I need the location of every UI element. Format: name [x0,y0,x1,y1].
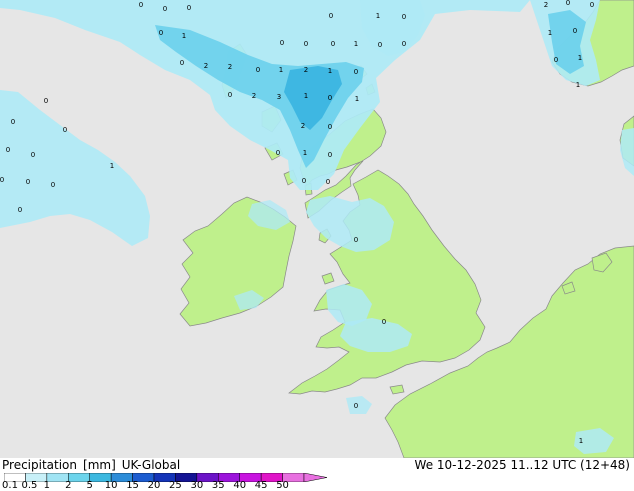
precip-value-label: 0 [402,13,406,21]
precip-value-label: 1 [110,162,114,170]
precip-value-label: 0 [304,40,308,48]
precip-value-label: 0 [328,123,332,131]
legend-unit: [mm] [83,458,116,472]
precip-value-label: 2 [228,63,232,71]
precip-value-label: 1 [376,12,380,20]
precip-value-label: 2 [304,66,308,74]
precip-value-label: 0 [382,318,386,326]
precip-value-label: 2 [301,122,305,130]
precip-value-label: 0 [31,151,35,159]
legend-variable: Precipitation [2,458,78,472]
precip-value-label: 0 [51,181,55,189]
precip-value-label: 1 [579,437,583,445]
precip-value-label: 0 [63,126,67,134]
precip-value-label: 1 [548,29,552,37]
precip-value-label: 0 [354,402,358,410]
precip-value-label: 0 [590,1,594,9]
precip-value-label: 3 [277,93,281,101]
precip-value-label: 0 [159,29,163,37]
precip-value-label: 0 [566,0,570,7]
precip-value-label: 0 [26,178,30,186]
colorbar-tick-label: 20 [147,480,161,491]
precip-value-label: 0 [280,39,284,47]
valid-time: We 10-12-2025 11..12 UTC (12+48) [414,458,630,472]
precip-value-label: 0 [11,118,15,126]
precip-value-label: 1 [303,149,307,157]
precip-value-label: 0 [276,149,280,157]
land-isle-of-wight [389,384,405,395]
precip-value-label: 1 [355,95,359,103]
precip-value-label: 0 [0,176,4,184]
precip-value-label: 0 [573,27,577,35]
precip-value-label: 0 [554,56,558,64]
colorbar-tick-label: 0.5 [21,480,38,491]
precip-value-label: 2 [204,62,208,70]
precip-value-label: 1 [182,32,186,40]
colorbar-tick-label: 0.1 [2,480,18,491]
precip-value-label: 1 [578,54,582,62]
precip-value-label: 0 [228,91,232,99]
precip-value-label: 1 [304,92,308,100]
colorbar-tick-label: 40 [233,480,247,491]
precip-value-label: 0 [326,178,330,186]
precip-value-label: 1 [354,40,358,48]
precip-value-label: 0 [302,177,306,185]
precip-value-label: 0 [328,151,332,159]
colorbar-tick-label: 10 [104,480,118,491]
precip-value-label: 1 [576,81,580,89]
precip-value-label: 0 [331,40,335,48]
precip-value-label: 0 [328,94,332,102]
precip-value-label: 0 [44,97,48,105]
precip-value-label: 2 [252,92,256,100]
precip-value-label: 0 [354,68,358,76]
precip-value-label: 0 [6,146,10,154]
colorbar-tick-label: 15 [126,480,139,491]
precip-value-label: 0 [180,59,184,67]
colorbar-tick-label: 45 [254,480,268,491]
colorbar-tick-label: 2 [65,480,72,491]
colorbar-tick-label: 1 [43,480,51,491]
colorbar-tick-label: 25 [169,480,182,491]
precip-value-label: 0 [402,40,406,48]
colorbar-tick-label: 50 [276,480,289,491]
precip-value-label: 0 [18,206,22,214]
precip-value-label: 2 [544,1,548,9]
precip-value-label: 1 [328,67,332,75]
colorbar-ticks: 0.1 0.5 1 2 5 10 15 20 25 30 35 40 45 50 [0,480,340,491]
legend-title: Precipitation [mm] UK-Global [2,458,186,472]
colorbar-tick-label: 5 [86,480,93,491]
legend-footer: Precipitation [mm] UK-Global We 10-12-2025… [0,458,634,491]
precip-value-label: 0 [187,4,191,12]
legend-model: UK-Global [121,458,181,472]
colorbar-tick-label: 35 [211,480,225,491]
precip-value-label: 0 [329,12,333,20]
precipitation-map: 0 0 0 0 1 1 0 0 0 0 0 1 0 0 0 2 2 0 1 2 1 0 0 2 3 1 0 1 0 0 0 2 0 0 0 1 0 1 0 0… [0,0,634,459]
precip-value-label: 0 [256,66,260,74]
precip-value-label: 0 [378,41,382,49]
precip-value-label: 0 [139,1,143,9]
precip-value-label: 1 [279,66,283,74]
precip-value-label: 0 [163,5,167,13]
precip-value-label: 0 [354,236,358,244]
colorbar-tick-label: 30 [190,480,204,491]
